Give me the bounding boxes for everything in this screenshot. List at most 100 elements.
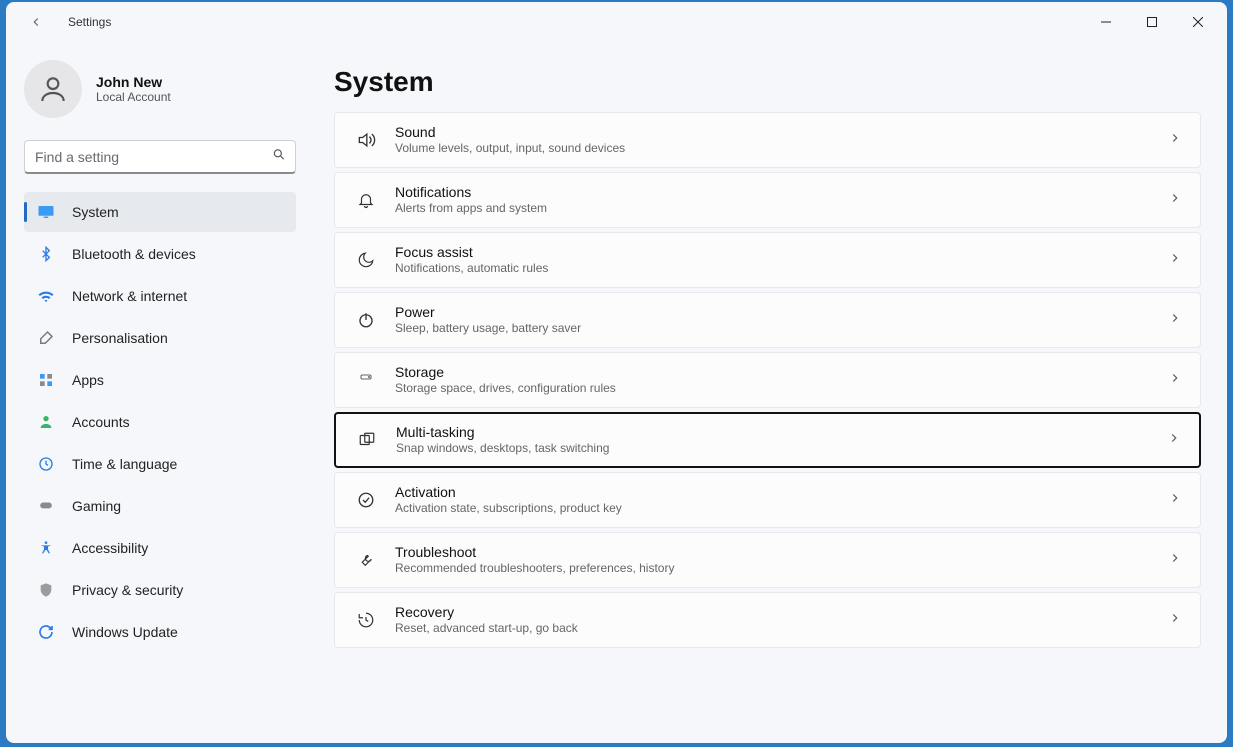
card-title: Power — [395, 304, 1168, 322]
card-title: Multi-tasking — [396, 424, 1167, 442]
nav: System Bluetooth & devices Network & inter… — [24, 192, 296, 652]
close-button[interactable] — [1175, 6, 1221, 38]
settings-card-troubleshoot[interactable]: TroubleshootRecommended troubleshooters,… — [334, 532, 1201, 588]
monitor-icon — [36, 202, 56, 222]
recovery-icon — [351, 611, 381, 629]
settings-card-notifications[interactable]: NotificationsAlerts from apps and system — [334, 172, 1201, 228]
card-desc: Snap windows, desktops, task switching — [396, 441, 1167, 456]
page-title: System — [334, 66, 1201, 98]
sidebar-item-system[interactable]: System — [24, 192, 296, 232]
card-title: Focus assist — [395, 244, 1168, 262]
sidebar-item-bluetooth[interactable]: Bluetooth & devices — [24, 234, 296, 274]
card-desc: Sleep, battery usage, battery saver — [395, 321, 1168, 336]
content: John New Local Account System Bluetooth &… — [6, 42, 1227, 743]
card-body: RecoveryReset, advanced start-up, go bac… — [395, 604, 1168, 637]
sidebar-item-label: Privacy & security — [72, 582, 183, 598]
sidebar-item-label: Accessibility — [72, 540, 148, 556]
sidebar-item-update[interactable]: Windows Update — [24, 612, 296, 652]
window-controls — [1083, 6, 1221, 38]
sidebar-item-accounts[interactable]: Accounts — [24, 402, 296, 442]
multitask-icon — [352, 431, 382, 449]
minimize-button[interactable] — [1083, 6, 1129, 38]
sidebar-item-label: Apps — [72, 372, 104, 388]
user-info: John New Local Account — [96, 74, 171, 104]
settings-card-recovery[interactable]: RecoveryReset, advanced start-up, go bac… — [334, 592, 1201, 648]
sidebar-item-apps[interactable]: Apps — [24, 360, 296, 400]
sidebar-item-label: Gaming — [72, 498, 121, 514]
card-title: Recovery — [395, 604, 1168, 622]
gamepad-icon — [36, 496, 56, 516]
settings-card-multitask[interactable]: Multi-taskingSnap windows, desktops, tas… — [334, 412, 1201, 468]
titlebar-left: Settings — [24, 10, 111, 34]
sound-icon — [351, 130, 381, 150]
card-body: StorageStorage space, drives, configurat… — [395, 364, 1168, 397]
sidebar-item-time[interactable]: Time & language — [24, 444, 296, 484]
settings-card-activation[interactable]: ActivationActivation state, subscription… — [334, 472, 1201, 528]
check-icon — [351, 491, 381, 509]
brush-icon — [36, 328, 56, 348]
user-block[interactable]: John New Local Account — [24, 60, 296, 118]
main: System SoundVolume levels, output, input… — [314, 42, 1227, 743]
card-desc: Notifications, automatic rules — [395, 261, 1168, 276]
wrench-icon — [351, 551, 381, 569]
person-icon — [36, 412, 56, 432]
user-name: John New — [96, 74, 171, 90]
chevron-right-icon — [1168, 611, 1182, 630]
chevron-right-icon — [1168, 311, 1182, 330]
search-wrap — [24, 140, 296, 174]
card-desc: Recommended troubleshooters, preferences… — [395, 561, 1168, 576]
window-title: Settings — [68, 15, 111, 29]
update-icon — [36, 622, 56, 642]
bluetooth-icon — [36, 244, 56, 264]
power-icon — [351, 311, 381, 329]
sidebar-item-label: Network & internet — [72, 288, 187, 304]
card-list: SoundVolume levels, output, input, sound… — [334, 112, 1201, 648]
card-desc: Storage space, drives, configuration rul… — [395, 381, 1168, 396]
moon-icon — [351, 251, 381, 269]
back-icon[interactable] — [24, 10, 48, 34]
accessibility-icon — [36, 538, 56, 558]
card-body: TroubleshootRecommended troubleshooters,… — [395, 544, 1168, 577]
wifi-icon — [36, 286, 56, 306]
maximize-button[interactable] — [1129, 6, 1175, 38]
sidebar-item-label: System — [72, 204, 119, 220]
chevron-right-icon — [1167, 431, 1181, 450]
card-title: Troubleshoot — [395, 544, 1168, 562]
search-input[interactable] — [24, 140, 296, 174]
card-body: SoundVolume levels, output, input, sound… — [395, 124, 1168, 157]
card-body: PowerSleep, battery usage, battery saver — [395, 304, 1168, 337]
chevron-right-icon — [1168, 551, 1182, 570]
card-title: Notifications — [395, 184, 1168, 202]
chevron-right-icon — [1168, 371, 1182, 390]
card-title: Storage — [395, 364, 1168, 382]
card-desc: Volume levels, output, input, sound devi… — [395, 141, 1168, 156]
sidebar-item-personal[interactable]: Personalisation — [24, 318, 296, 358]
settings-card-power[interactable]: PowerSleep, battery usage, battery saver — [334, 292, 1201, 348]
avatar — [24, 60, 82, 118]
chevron-right-icon — [1168, 191, 1182, 210]
sidebar-item-label: Accounts — [72, 414, 130, 430]
sidebar: John New Local Account System Bluetooth &… — [6, 42, 314, 743]
user-subtitle: Local Account — [96, 90, 171, 104]
settings-card-sound[interactable]: SoundVolume levels, output, input, sound… — [334, 112, 1201, 168]
settings-card-storage[interactable]: StorageStorage space, drives, configurat… — [334, 352, 1201, 408]
sidebar-item-label: Time & language — [72, 456, 177, 472]
sidebar-item-network[interactable]: Network & internet — [24, 276, 296, 316]
card-body: Multi-taskingSnap windows, desktops, tas… — [396, 424, 1167, 457]
chevron-right-icon — [1168, 251, 1182, 270]
card-desc: Activation state, subscriptions, product… — [395, 501, 1168, 516]
card-body: ActivationActivation state, subscription… — [395, 484, 1168, 517]
chevron-right-icon — [1168, 491, 1182, 510]
shield-icon — [36, 580, 56, 600]
search-icon — [272, 148, 286, 167]
sidebar-item-label: Bluetooth & devices — [72, 246, 196, 262]
sidebar-item-privacy[interactable]: Privacy & security — [24, 570, 296, 610]
chevron-right-icon — [1168, 131, 1182, 150]
settings-card-focus[interactable]: Focus assistNotifications, automatic rul… — [334, 232, 1201, 288]
card-body: Focus assistNotifications, automatic rul… — [395, 244, 1168, 277]
card-desc: Alerts from apps and system — [395, 201, 1168, 216]
storage-icon — [351, 374, 381, 386]
titlebar: Settings — [6, 2, 1227, 42]
sidebar-item-gaming[interactable]: Gaming — [24, 486, 296, 526]
sidebar-item-accessibility[interactable]: Accessibility — [24, 528, 296, 568]
